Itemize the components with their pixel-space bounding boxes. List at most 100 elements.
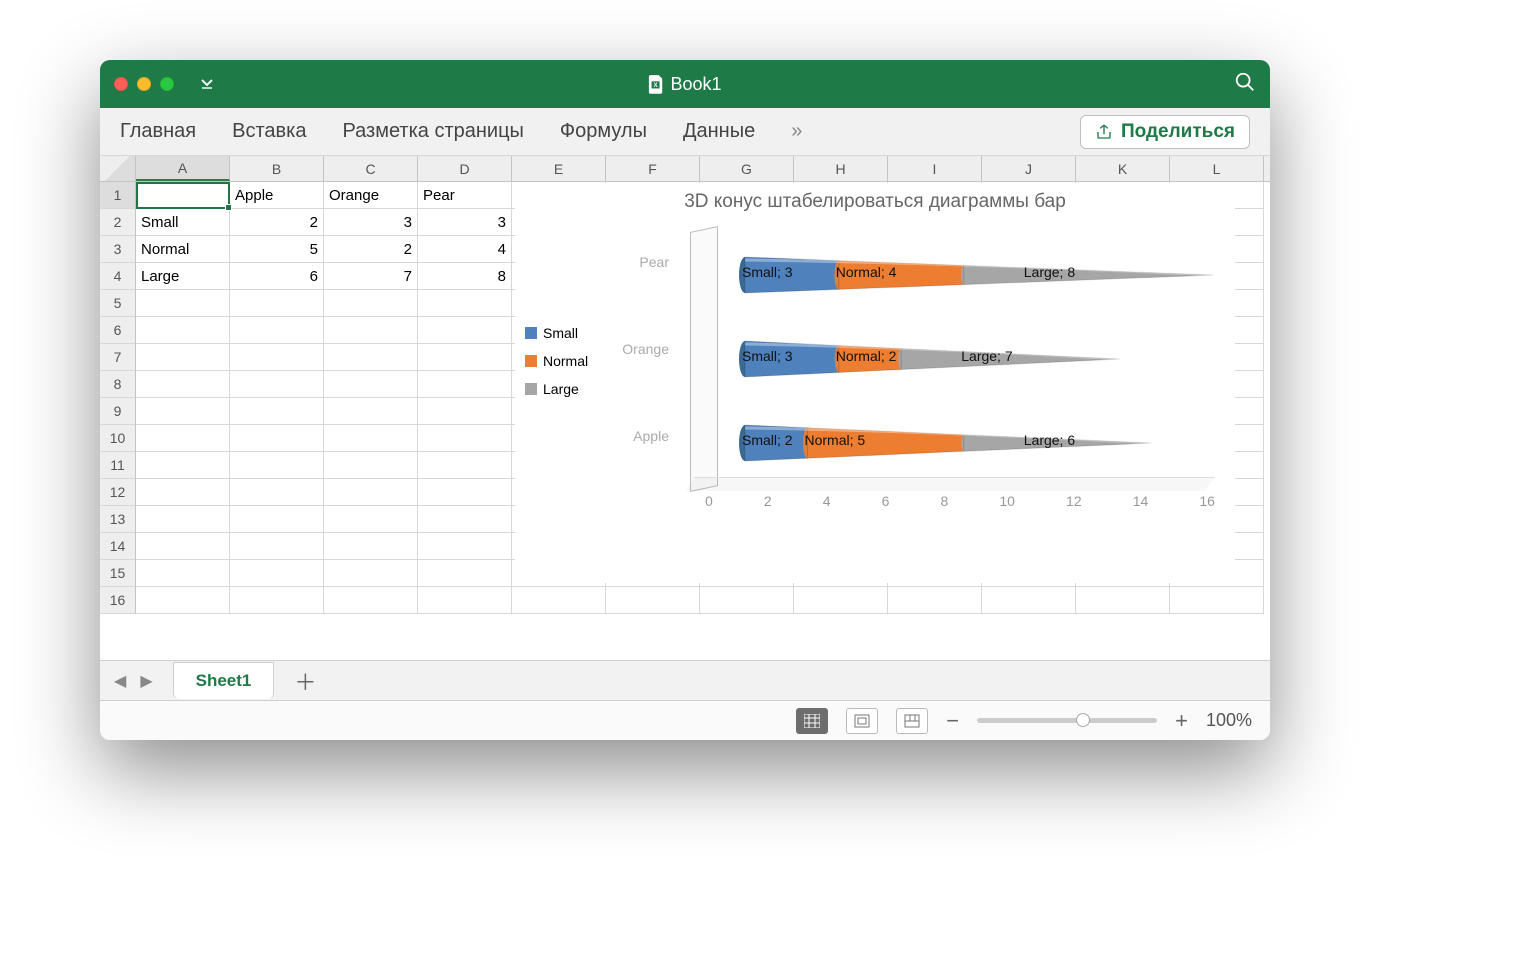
cell-B6[interactable] [230,317,324,344]
cell-H16[interactable] [794,587,888,614]
cell-C1[interactable]: Orange [324,182,418,209]
cell-B7[interactable] [230,344,324,371]
cell-B3[interactable]: 5 [230,236,324,263]
cell-A12[interactable] [136,479,230,506]
cell-A16[interactable] [136,587,230,614]
cell-D4[interactable]: 8 [418,263,512,290]
cell-B10[interactable] [230,425,324,452]
cell-D11[interactable] [418,452,512,479]
cell-G16[interactable] [700,587,794,614]
cell-D1[interactable]: Pear [418,182,512,209]
row-header-4[interactable]: 4 [100,263,136,290]
cell-D2[interactable]: 3 [418,209,512,236]
col-header-D[interactable]: D [418,156,512,181]
col-header-A[interactable]: A [136,156,230,181]
col-header-E[interactable]: E [512,156,606,181]
view-page-break-button[interactable] [896,708,928,734]
tab-insert[interactable]: Вставка [232,120,306,143]
cell-I16[interactable] [888,587,982,614]
cell-K16[interactable] [1076,587,1170,614]
col-header-C[interactable]: C [324,156,418,181]
tab-data[interactable]: Данные [683,120,755,143]
zoom-slider-knob[interactable] [1076,713,1090,727]
cell-J16[interactable] [982,587,1076,614]
row-header-16[interactable]: 16 [100,587,136,614]
cell-D9[interactable] [418,398,512,425]
cell-B16[interactable] [230,587,324,614]
row-header-5[interactable]: 5 [100,290,136,317]
sheet-nav-prev[interactable]: ◀ [110,671,130,691]
cell-D14[interactable] [418,533,512,560]
col-header-B[interactable]: B [230,156,324,181]
cell-A4[interactable]: Large [136,263,230,290]
col-header-L[interactable]: L [1170,156,1264,181]
cell-A9[interactable] [136,398,230,425]
cell-C10[interactable] [324,425,418,452]
zoom-in-button[interactable]: + [1175,708,1188,734]
row-header-3[interactable]: 3 [100,236,136,263]
cell-A10[interactable] [136,425,230,452]
row-header-15[interactable]: 15 [100,560,136,587]
cell-C3[interactable]: 2 [324,236,418,263]
row-header-8[interactable]: 8 [100,371,136,398]
cell-C8[interactable] [324,371,418,398]
cell-F16[interactable] [606,587,700,614]
cell-C6[interactable] [324,317,418,344]
row-header-14[interactable]: 14 [100,533,136,560]
cell-C5[interactable] [324,290,418,317]
view-normal-button[interactable] [796,708,828,734]
zoom-out-button[interactable]: − [946,708,959,734]
row-header-6[interactable]: 6 [100,317,136,344]
cell-D15[interactable] [418,560,512,587]
row-header-1[interactable]: 1 [100,182,136,209]
cell-B11[interactable] [230,452,324,479]
cell-D5[interactable] [418,290,512,317]
cell-B2[interactable]: 2 [230,209,324,236]
cell-D10[interactable] [418,425,512,452]
cell-B12[interactable] [230,479,324,506]
row-header-10[interactable]: 10 [100,425,136,452]
cell-C11[interactable] [324,452,418,479]
col-header-F[interactable]: F [606,156,700,181]
cell-A7[interactable] [136,344,230,371]
cell-L16[interactable] [1170,587,1264,614]
cell-D8[interactable] [418,371,512,398]
cell-A11[interactable] [136,452,230,479]
cell-B14[interactable] [230,533,324,560]
select-all-corner[interactable] [100,156,136,181]
cell-D12[interactable] [418,479,512,506]
cell-C9[interactable] [324,398,418,425]
row-header-12[interactable]: 12 [100,479,136,506]
tabs-overflow[interactable]: » [791,120,802,143]
row-header-9[interactable]: 9 [100,398,136,425]
col-header-I[interactable]: I [888,156,982,181]
add-sheet-button[interactable]: ＋ [280,659,330,703]
cell-C7[interactable] [324,344,418,371]
row-header-11[interactable]: 11 [100,452,136,479]
sheet-tab-1[interactable]: Sheet1 [173,662,275,699]
cell-B5[interactable] [230,290,324,317]
cell-D7[interactable] [418,344,512,371]
cell-B4[interactable]: 6 [230,263,324,290]
col-header-J[interactable]: J [982,156,1076,181]
row-header-7[interactable]: 7 [100,344,136,371]
chart-object[interactable]: 3D конус штабелироваться диаграммы бар S… [515,183,1235,583]
cell-C4[interactable]: 7 [324,263,418,290]
cell-D16[interactable] [418,587,512,614]
cell-A3[interactable]: Normal [136,236,230,263]
col-header-K[interactable]: K [1076,156,1170,181]
tab-home[interactable]: Главная [120,120,196,143]
row-header-2[interactable]: 2 [100,209,136,236]
cell-B1[interactable]: Apple [230,182,324,209]
cell-B13[interactable] [230,506,324,533]
cell-C12[interactable] [324,479,418,506]
cell-C13[interactable] [324,506,418,533]
view-page-layout-button[interactable] [846,708,878,734]
cell-B9[interactable] [230,398,324,425]
cell-A5[interactable] [136,290,230,317]
cell-D3[interactable]: 4 [418,236,512,263]
tab-page-layout[interactable]: Разметка страницы [342,120,523,143]
row-header-13[interactable]: 13 [100,506,136,533]
cell-B15[interactable] [230,560,324,587]
zoom-level[interactable]: 100% [1206,710,1252,731]
